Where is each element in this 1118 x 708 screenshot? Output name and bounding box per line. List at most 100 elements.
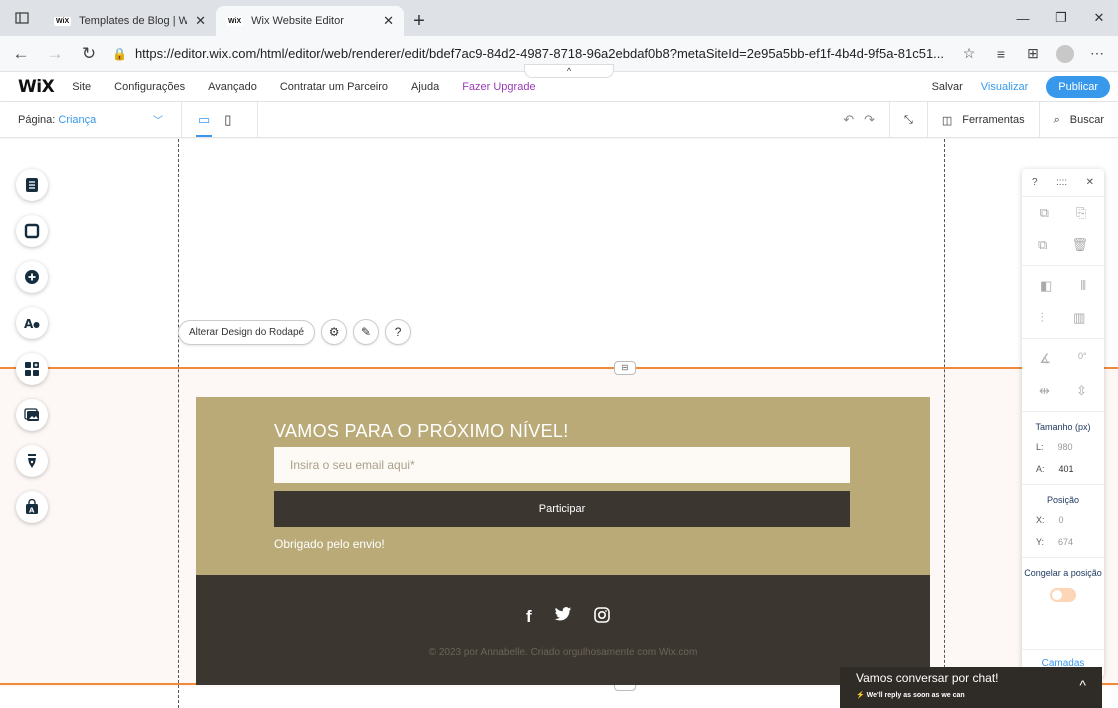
zoom-group: ⤡ <box>889 102 927 138</box>
menu-advanced[interactable]: Avançado <box>208 81 257 93</box>
background-button[interactable] <box>16 215 48 247</box>
y-field[interactable]: Y: 674 <box>1022 531 1104 553</box>
gridline-right <box>944 139 945 708</box>
editor-canvas[interactable]: ⊟ ⩡ VAMOS PARA O PRÓXIMO NÍVEL! Insira o… <box>0 139 1118 708</box>
x-value[interactable]: 0 <box>1059 515 1064 525</box>
close-tab-icon[interactable]: ✕ <box>383 13 394 29</box>
close-tab-icon[interactable]: ✕ <box>195 13 206 29</box>
twitter-icon[interactable] <box>554 607 572 628</box>
height-field[interactable]: A: 401 <box>1022 458 1104 480</box>
close-icon[interactable]: ✕ <box>1086 177 1094 188</box>
media-button[interactable] <box>16 399 48 431</box>
copy-icon[interactable]: ⧉ <box>1040 205 1049 221</box>
new-tab-button[interactable]: + <box>404 6 434 36</box>
profile-avatar[interactable] <box>1056 44 1074 63</box>
change-footer-design-button[interactable]: Alterar Design do Rodapé <box>178 319 316 345</box>
y-value[interactable]: 674 <box>1058 537 1073 547</box>
menu-upgrade[interactable]: Fazer Upgrade <box>462 81 535 93</box>
chevron-down-icon: ﹀ <box>153 116 163 127</box>
undo-icon[interactable]: ↶ <box>843 112 854 128</box>
collapse-toolbar-handle[interactable]: ^ <box>524 64 614 78</box>
more-menu-icon[interactable]: ⋯ <box>1082 39 1112 69</box>
menu-hire-partner[interactable]: Contratar um Parceiro <box>280 81 388 93</box>
width-field[interactable]: L: 980 <box>1022 436 1104 458</box>
blog-button[interactable] <box>16 445 48 477</box>
page-selector[interactable]: Página: Criança ﹀ <box>0 101 182 138</box>
wix-top-bar: ^ WiX Site Configurações Avançado Contra… <box>0 64 1118 102</box>
delete-icon[interactable]: 🗑 <box>1071 237 1088 253</box>
inspector-duplicate-row: ⧉ 🗑 <box>1022 229 1104 261</box>
favorite-star-icon[interactable]: ☆ <box>954 39 984 69</box>
y-key: Y: <box>1036 537 1045 547</box>
wix-logo[interactable]: WiX <box>0 77 72 97</box>
left-toolbar: A A <box>16 169 48 523</box>
duplicate-icon[interactable]: ⧉ <box>1038 237 1047 253</box>
menu-help[interactable]: Ajuda <box>411 81 439 93</box>
chevron-up-icon[interactable]: ^ <box>1079 677 1086 693</box>
publish-button[interactable]: Publicar <box>1046 76 1110 98</box>
minimize-button[interactable]: — <box>1004 0 1042 36</box>
subscribe-button[interactable]: Participar <box>274 491 850 527</box>
email-field[interactable]: Insira o seu email aqui* <box>274 447 850 483</box>
svg-text:A: A <box>24 317 34 331</box>
x-field[interactable]: X: 0 <box>1022 509 1104 531</box>
back-arrow-icon[interactable]: ← <box>6 39 36 69</box>
freeze-toggle[interactable] <box>1050 588 1076 602</box>
width-key: L: <box>1036 442 1044 452</box>
rotate-angle-icon[interactable]: ∡ <box>1039 351 1051 367</box>
add-element-button[interactable] <box>16 261 48 293</box>
business-button[interactable]: A <box>16 491 48 523</box>
favorites-list-icon[interactable]: ≡ <box>986 39 1016 69</box>
close-window-button[interactable]: ✕ <box>1080 0 1118 36</box>
rotation-value[interactable]: 0° <box>1078 351 1087 367</box>
pages-menu-button[interactable] <box>16 169 48 201</box>
tools-label: Ferramentas <box>962 114 1025 126</box>
collections-icon[interactable]: ⊞ <box>1018 39 1048 69</box>
page-selector-label: Página: Criança <box>18 113 97 126</box>
url-text: https://editor.wix.com/html/editor/web/r… <box>134 46 945 61</box>
section-handle-icon[interactable]: ⊟ <box>614 361 636 375</box>
tab-title: Wix Website Editor <box>251 15 344 27</box>
device-switcher: ▭ ▯ <box>182 101 258 138</box>
menu-settings[interactable]: Configurações <box>114 81 185 93</box>
settings-gear-icon[interactable]: ⚙ <box>321 319 348 345</box>
site-design-button[interactable]: A <box>16 307 48 339</box>
help-icon[interactable]: ? <box>1032 177 1038 188</box>
forward-arrow-icon[interactable]: → <box>40 39 70 69</box>
search-button[interactable]: ⌕ Buscar <box>1038 102 1118 138</box>
desktop-view-icon[interactable]: ▭ <box>195 112 213 137</box>
redo-icon[interactable]: ↷ <box>864 112 875 128</box>
instagram-icon[interactable] <box>593 607 610 628</box>
address-bar[interactable]: 🔒 https://editor.wix.com/html/editor/web… <box>108 46 950 61</box>
flip-vertical-icon[interactable]: ⇳ <box>1076 383 1087 399</box>
facebook-icon[interactable]: f <box>526 607 532 628</box>
help-icon[interactable]: ? <box>385 319 412 345</box>
tab-templates[interactable]: WiX Templates de Blog | Wix.com ✕ <box>44 6 216 36</box>
drag-handle-icon[interactable]: :::: <box>1056 177 1067 188</box>
paste-icon[interactable]: ⎘ <box>1076 205 1086 221</box>
zoom-out-icon[interactable]: ⤡ <box>904 114 913 127</box>
chat-widget[interactable]: Vamos conversar por chat! ⚡ We'll reply … <box>840 667 1102 708</box>
preview-button[interactable]: Visualizar <box>981 81 1029 93</box>
arrange-icon[interactable]: ◧ <box>1040 278 1052 294</box>
design-brush-icon[interactable]: ✎ <box>353 319 380 345</box>
flip-horizontal-icon[interactable]: ⇹ <box>1039 383 1050 399</box>
distribute-icon[interactable]: ⫶ <box>1041 310 1044 326</box>
width-value[interactable]: 980 <box>1058 442 1073 452</box>
social-bar: f <box>526 607 610 628</box>
mobile-view-icon[interactable]: ▯ <box>224 112 231 128</box>
height-value[interactable]: 401 <box>1059 464 1074 474</box>
match-size-icon[interactable]: ▥ <box>1073 310 1085 326</box>
add-apps-button[interactable] <box>16 353 48 385</box>
tab-actions-icon[interactable] <box>0 0 44 36</box>
newsletter-strip[interactable]: VAMOS PARA O PRÓXIMO NÍVEL! Insira o seu… <box>196 397 930 575</box>
search-label: Buscar <box>1069 114 1104 126</box>
restore-button[interactable]: ❐ <box>1042 0 1080 36</box>
footer-bottom-strip[interactable]: f © 2023 por Annabelle. Criado orgulhosa… <box>196 575 930 685</box>
save-button[interactable]: Salvar <box>932 81 963 93</box>
menu-site[interactable]: Site <box>72 81 91 93</box>
refresh-icon[interactable]: ↻ <box>74 39 104 69</box>
align-icon[interactable]: ⫴ <box>1080 278 1085 294</box>
tools-button[interactable]: ◫ Ferramentas <box>926 102 1039 138</box>
tab-wix-editor[interactable]: WiX Wix Website Editor ✕ <box>216 6 404 36</box>
